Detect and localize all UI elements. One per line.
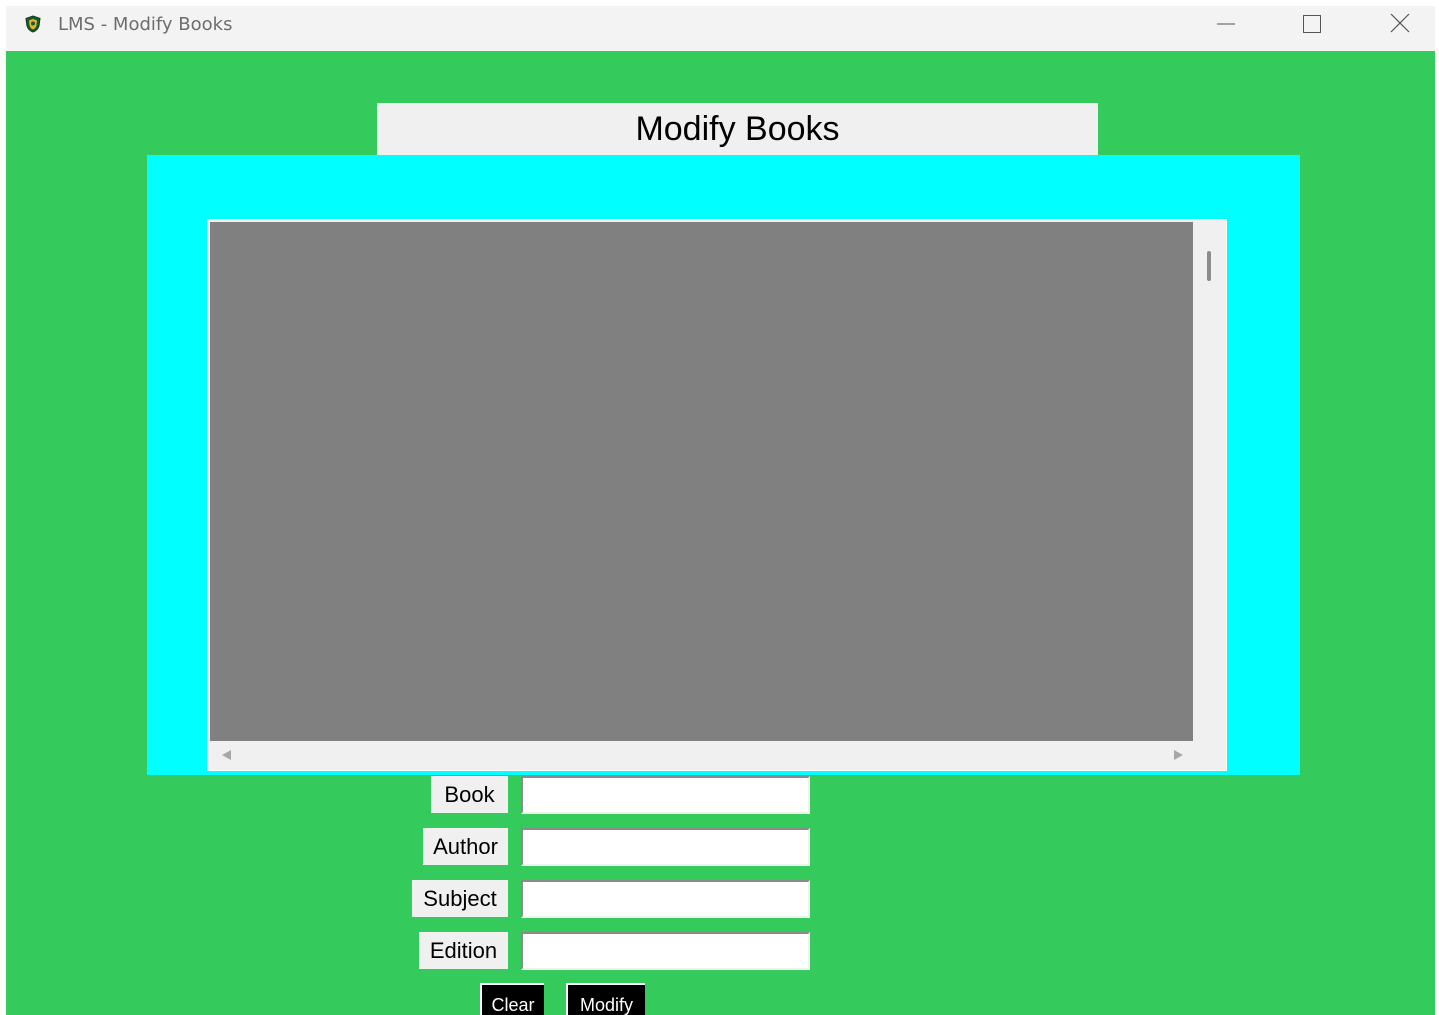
clear-button[interactable]: Clear bbox=[480, 983, 544, 1015]
shield-icon bbox=[24, 15, 42, 33]
vertical-scroll-thumb[interactable] bbox=[1207, 251, 1211, 281]
vertical-scrollbar[interactable] bbox=[1193, 222, 1225, 741]
maximize-button[interactable] bbox=[1289, 6, 1335, 42]
title-bar[interactable]: LMS - Modify Books bbox=[6, 6, 1435, 51]
author-label: Author bbox=[423, 828, 508, 865]
listbox-frame bbox=[147, 155, 1300, 775]
subject-input[interactable] bbox=[521, 880, 810, 918]
subject-label: Subject bbox=[412, 880, 508, 917]
page-title: Modify Books bbox=[377, 103, 1098, 155]
edition-input[interactable] bbox=[521, 932, 810, 970]
close-icon bbox=[1390, 13, 1410, 33]
book-label: Book bbox=[431, 776, 508, 813]
maximize-icon bbox=[1303, 15, 1321, 33]
books-listbox[interactable] bbox=[207, 219, 1227, 771]
close-button[interactable] bbox=[1378, 6, 1424, 42]
scroll-right-arrow-icon[interactable] bbox=[1174, 750, 1183, 760]
app-window: LMS - Modify Books Modify Books Book Aut… bbox=[6, 6, 1435, 1015]
client-area: Modify Books Book Author Subject Edition… bbox=[6, 51, 1435, 1015]
modify-button[interactable]: Modify bbox=[566, 983, 645, 1015]
author-input[interactable] bbox=[521, 828, 810, 866]
horizontal-scrollbar[interactable] bbox=[210, 741, 1193, 769]
scrollbar-corner bbox=[1193, 741, 1225, 769]
scroll-left-arrow-icon[interactable] bbox=[222, 750, 231, 760]
edition-label: Edition bbox=[419, 932, 508, 969]
minimize-button[interactable] bbox=[1203, 6, 1249, 42]
minimize-icon bbox=[1217, 23, 1235, 25]
book-input[interactable] bbox=[521, 776, 810, 814]
books-list-area[interactable] bbox=[210, 222, 1193, 741]
window-title: LMS - Modify Books bbox=[58, 14, 233, 35]
